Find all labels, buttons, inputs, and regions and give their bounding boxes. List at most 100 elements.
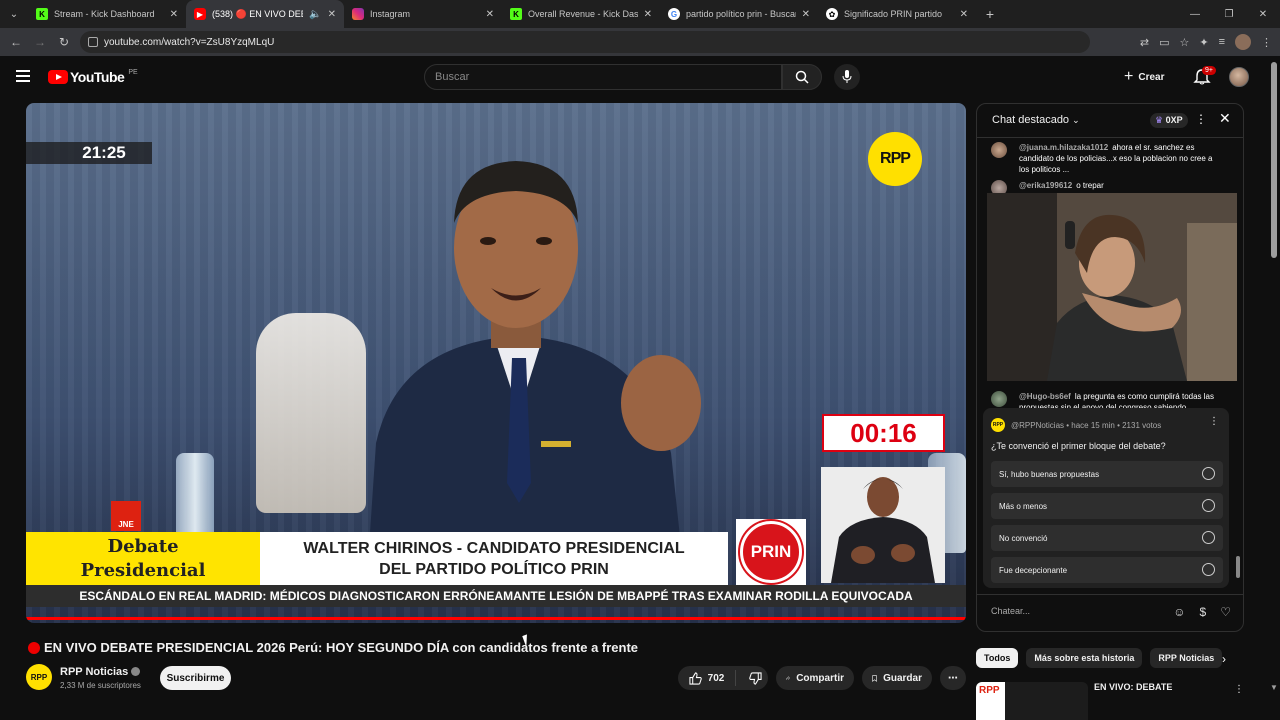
chat-text: o trepar: [1076, 181, 1104, 190]
like-button[interactable]: 702: [678, 670, 736, 686]
tab-kick-revenue[interactable]: K Overall Revenue - Kick Dashboard ✕: [502, 0, 660, 28]
chat-username[interactable]: @juana.m.hilazaka1012: [1019, 143, 1108, 152]
tab-kick-stream[interactable]: K Stream - Kick Dashboard ✕: [28, 0, 186, 28]
candidate-speaking: [366, 161, 701, 593]
reload-icon[interactable]: ↻: [52, 35, 76, 49]
youtube-header: YouTube PE Buscar + Crear: [0, 56, 1280, 100]
poll-options-icon[interactable]: ⋮: [1209, 416, 1219, 427]
url-input[interactable]: youtube.com/watch?v=ZsU8YzqMLqU: [80, 31, 1090, 53]
poll-option-label: Fue decepcionante: [999, 565, 1068, 575]
tab-youtube[interactable]: ▶ (538) 🔴 EN VIVO DEBATE P 🔈 ✕: [186, 0, 344, 28]
lower-third: Debate Presidencial WALTER CHIRINOS - CA…: [26, 519, 966, 585]
create-label: Crear: [1138, 71, 1165, 83]
chat-mode-selector[interactable]: Chat destacado ⌄: [992, 114, 1080, 126]
poll-option[interactable]: Sí, hubo buenas propuestas: [991, 461, 1223, 487]
bookmark-star-icon[interactable]: ☆: [1179, 36, 1189, 49]
more-horizontal-icon: ⋯: [948, 672, 958, 684]
jne-logo: JNE: [111, 501, 141, 531]
more-actions-button[interactable]: ⋯: [940, 666, 966, 690]
super-chat-icon[interactable]: $: [1200, 605, 1207, 619]
minimize-icon[interactable]: —: [1178, 0, 1212, 28]
tab-instagram[interactable]: Instagram ✕: [344, 0, 502, 28]
tab-label: (538) 🔴 EN VIVO DEBATE P: [212, 8, 303, 19]
site-info-icon[interactable]: [88, 37, 98, 47]
share-button[interactable]: Compartir: [776, 666, 854, 690]
tab-search-icon[interactable]: ⌄: [0, 0, 28, 28]
chat-close-icon[interactable]: ✕: [1219, 110, 1231, 127]
video-title: EN VIVO DEBATE PRESIDENCIAL 2026 Perú: H…: [28, 640, 928, 655]
search-button[interactable]: [782, 64, 822, 90]
recommended-video[interactable]: RPP EN VIVO: DEBATE ⋮: [976, 682, 1244, 720]
profile-avatar[interactable]: [1235, 34, 1251, 50]
tab-close-icon[interactable]: ✕: [960, 9, 968, 20]
candidate-caption: WALTER CHIRINOS - CANDIDATO PRESIDENCIAL…: [260, 532, 728, 585]
speaker-icon[interactable]: 🔈: [309, 9, 321, 20]
chat-scrollbar[interactable]: [1236, 556, 1240, 578]
poll-option[interactable]: Más o menos: [991, 493, 1223, 519]
search-input[interactable]: Buscar: [424, 64, 782, 90]
tab-google-search[interactable]: G partido político prin - Buscar co ✕: [660, 0, 818, 28]
radio-icon: [1202, 499, 1215, 512]
tab-close-icon[interactable]: ✕: [802, 9, 810, 20]
xp-badge[interactable]: ♛ 0XP: [1150, 113, 1188, 128]
chevron-right-icon[interactable]: ›: [1222, 652, 1226, 666]
channel-name-text: RPP Noticias: [60, 666, 129, 678]
extensions-icon[interactable]: ✦: [1199, 36, 1208, 49]
chat-username[interactable]: @Hugo-bs6ef: [1019, 392, 1071, 401]
close-window-icon[interactable]: ✕: [1246, 0, 1280, 28]
dislike-button[interactable]: [742, 671, 768, 685]
tab-label: Stream - Kick Dashboard: [54, 9, 155, 19]
video-player[interactable]: 21:25 RPP 00:16 JNE Debate Presidencial …: [26, 103, 966, 623]
kick-icon: K: [36, 8, 48, 20]
chat-message: @erika199612 o trepar: [991, 180, 1221, 196]
translate-icon[interactable]: ⇄: [1140, 36, 1149, 49]
chatgpt-icon: ✿: [826, 8, 838, 20]
tab-close-icon[interactable]: ✕: [170, 9, 178, 20]
create-button[interactable]: + Crear: [1124, 67, 1164, 87]
cast-icon[interactable]: ▭: [1159, 36, 1169, 49]
chat-options-icon[interactable]: ⋮: [1195, 112, 1207, 126]
tab-close-icon[interactable]: ✕: [486, 9, 494, 20]
tab-chatgpt[interactable]: ✿ Significado PRIN partido ✕: [818, 0, 976, 28]
restore-icon[interactable]: ❐: [1212, 0, 1246, 28]
chat-title: Chat destacado: [992, 114, 1070, 126]
channel-avatar[interactable]: RPP: [26, 664, 52, 690]
voice-search-button[interactable]: [834, 64, 860, 90]
heart-icon[interactable]: ♡: [1220, 605, 1231, 619]
poll-option[interactable]: Fue decepcionante: [991, 557, 1223, 583]
page-scrollbar[interactable]: [1271, 62, 1277, 258]
tab-label: Instagram: [370, 9, 411, 19]
save-button[interactable]: Guardar: [862, 666, 932, 690]
menu-icon[interactable]: [16, 70, 30, 82]
browser-menu-icon[interactable]: ⋮: [1261, 36, 1272, 49]
recommended-thumbnail: RPP: [976, 682, 1088, 720]
tab-label: partido político prin - Buscar co: [686, 9, 796, 19]
chat-input-bar: Chatear... ☺ $ ♡: [977, 594, 1243, 631]
chat-username[interactable]: @erika199612: [1019, 181, 1072, 190]
chat-input[interactable]: Chatear...: [991, 606, 1030, 616]
tab-close-icon[interactable]: ✕: [644, 9, 652, 20]
rpp-avatar: RPP: [991, 418, 1005, 432]
recommendation-options-icon[interactable]: ⋮: [1234, 684, 1244, 695]
media-control-icon[interactable]: ≡: [1219, 36, 1225, 48]
account-avatar[interactable]: [1229, 67, 1249, 87]
google-icon: G: [668, 8, 680, 20]
subscribe-button[interactable]: Suscribirme: [160, 666, 231, 690]
prin-logo: PRIN: [740, 521, 802, 583]
chip-all[interactable]: Todos: [976, 648, 1019, 668]
scroll-down-icon[interactable]: ▼: [1270, 683, 1278, 692]
youtube-logo[interactable]: YouTube PE: [48, 69, 138, 85]
save-label: Guardar: [883, 672, 922, 684]
forward-icon[interactable]: →: [28, 35, 52, 49]
emoji-icon[interactable]: ☺: [1173, 605, 1185, 619]
poll-option[interactable]: No convenció: [991, 525, 1223, 551]
new-tab-button[interactable]: +: [976, 6, 1004, 22]
microphone-icon: [842, 70, 852, 83]
party-logo: PRIN: [736, 519, 806, 585]
chip-rpp[interactable]: RPP Noticias: [1150, 648, 1223, 668]
video-progress-bar[interactable]: [26, 617, 966, 620]
channel-name[interactable]: RPP Noticias: [60, 666, 141, 678]
chip-more-story[interactable]: Más sobre esta historia: [1026, 648, 1143, 668]
back-icon[interactable]: ←: [4, 35, 28, 49]
tab-close-icon[interactable]: ✕: [328, 9, 336, 20]
